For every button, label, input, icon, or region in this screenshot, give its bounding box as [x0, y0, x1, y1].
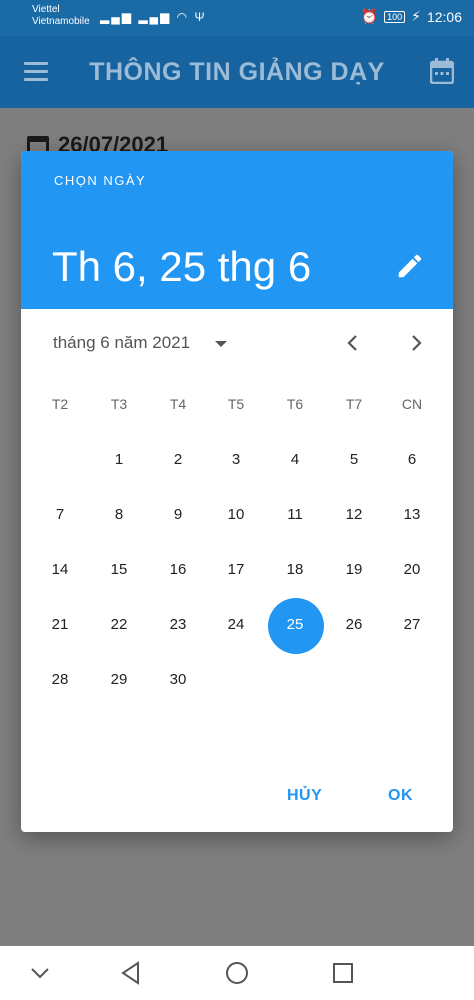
usb-icon: Ψ	[194, 10, 207, 24]
calendar-day[interactable]: 15	[90, 550, 148, 590]
weekday-label: T3	[110, 396, 128, 412]
calendar-day[interactable]: 22	[90, 605, 148, 645]
recents-icon[interactable]	[330, 960, 356, 986]
weekday-label: T4	[169, 396, 187, 412]
calendar-day[interactable]: 30	[149, 660, 207, 700]
navigation-bar	[0, 946, 474, 1000]
calendar-day[interactable]: 6	[383, 440, 441, 480]
calendar-day[interactable]: 9	[149, 495, 207, 535]
calendar-day[interactable]: 2	[149, 440, 207, 480]
calendar-day[interactable]: 8	[90, 495, 148, 535]
charging-icon: ⚡	[411, 8, 421, 24]
weekday-label: T5	[227, 396, 245, 412]
calendar-icon[interactable]	[430, 58, 454, 84]
month-label[interactable]: tháng 6 năm 2021	[53, 333, 190, 353]
month-selector: tháng 6 năm 2021	[21, 319, 453, 367]
page-title: THÔNG TIN GIẢNG DẠY	[89, 58, 385, 86]
calendar-day[interactable]: 29	[90, 660, 148, 700]
signal-icon: ▂▄▆	[138, 10, 172, 24]
weekday-label: T6	[286, 396, 304, 412]
calendar-day[interactable]: 24	[207, 605, 265, 645]
calendar-day[interactable]: 11	[266, 495, 324, 535]
calendar-day[interactable]: 5	[325, 440, 383, 480]
calendar-day[interactable]: 17	[207, 550, 265, 590]
status-bar: Viettel Vietnamobile ▂▄▆ ▂▄▆ ◠ Ψ ⏰ 100 ⚡…	[0, 0, 474, 36]
calendar-day[interactable]: 19	[325, 550, 383, 590]
calendar-day[interactable]: 27	[383, 605, 441, 645]
calendar-day[interactable]: 3	[207, 440, 265, 480]
signal-icons: ▂▄▆ ▂▄▆ ◠ Ψ	[100, 10, 206, 24]
help-text: CHỌN NGÀY	[54, 173, 147, 188]
wifi-icon: ◠	[176, 10, 190, 24]
battery-icon: 100	[384, 10, 406, 23]
chevron-left-icon[interactable]	[343, 333, 363, 353]
back-icon[interactable]	[118, 960, 144, 986]
weekday-label: T2	[51, 396, 69, 412]
calendar-day[interactable]: 13	[383, 495, 441, 535]
weekday-label: T7	[345, 396, 363, 412]
status-right: ⏰ 100 ⚡ 12:06	[361, 8, 462, 25]
calendar-day[interactable]: 21	[31, 605, 89, 645]
chevron-down-icon[interactable]	[215, 341, 227, 347]
date-picker-dialog: CHỌN NGÀY Th 6, 25 thg 6 tháng 6 năm 202…	[21, 151, 453, 832]
carrier-name-secondary: Vietnamobile	[32, 16, 90, 27]
ok-button[interactable]: OK	[388, 787, 413, 805]
selected-date: Th 6, 25 thg 6	[52, 243, 312, 290]
calendar-day[interactable]: 4	[266, 440, 324, 480]
app-bar: THÔNG TIN GIẢNG DẠY	[0, 36, 474, 108]
carrier-name: Viettel	[32, 4, 60, 15]
calendar-day[interactable]: 14	[31, 550, 89, 590]
calendar-day[interactable]: 10	[207, 495, 265, 535]
weekday-label: CN	[401, 396, 423, 412]
calendar-day[interactable]: 23	[149, 605, 207, 645]
calendar-day[interactable]: 20	[383, 550, 441, 590]
home-icon[interactable]	[224, 960, 250, 986]
calendar-day[interactable]: 28	[31, 660, 89, 700]
calendar-day[interactable]: 1	[90, 440, 148, 480]
chevron-right-icon[interactable]	[406, 333, 426, 353]
cancel-button[interactable]: HỦY	[287, 787, 322, 805]
calendar-day[interactable]: 18	[266, 550, 324, 590]
carrier-info: Viettel Vietnamobile	[32, 4, 90, 28]
selected-day[interactable]: 25	[266, 605, 324, 645]
chevron-down-icon[interactable]	[27, 960, 53, 986]
date-picker-header: CHỌN NGÀY Th 6, 25 thg 6	[21, 151, 453, 309]
calendar-day[interactable]: 12	[325, 495, 383, 535]
calendar-day[interactable]: 7	[31, 495, 89, 535]
alarm-icon: ⏰	[360, 8, 379, 24]
calendar-day[interactable]: 26	[325, 605, 383, 645]
clock: 12:06	[426, 8, 462, 25]
signal-icon: ▂▄▆	[100, 10, 133, 24]
edit-icon[interactable]	[395, 251, 425, 281]
calendar-day[interactable]: 16	[149, 550, 207, 590]
